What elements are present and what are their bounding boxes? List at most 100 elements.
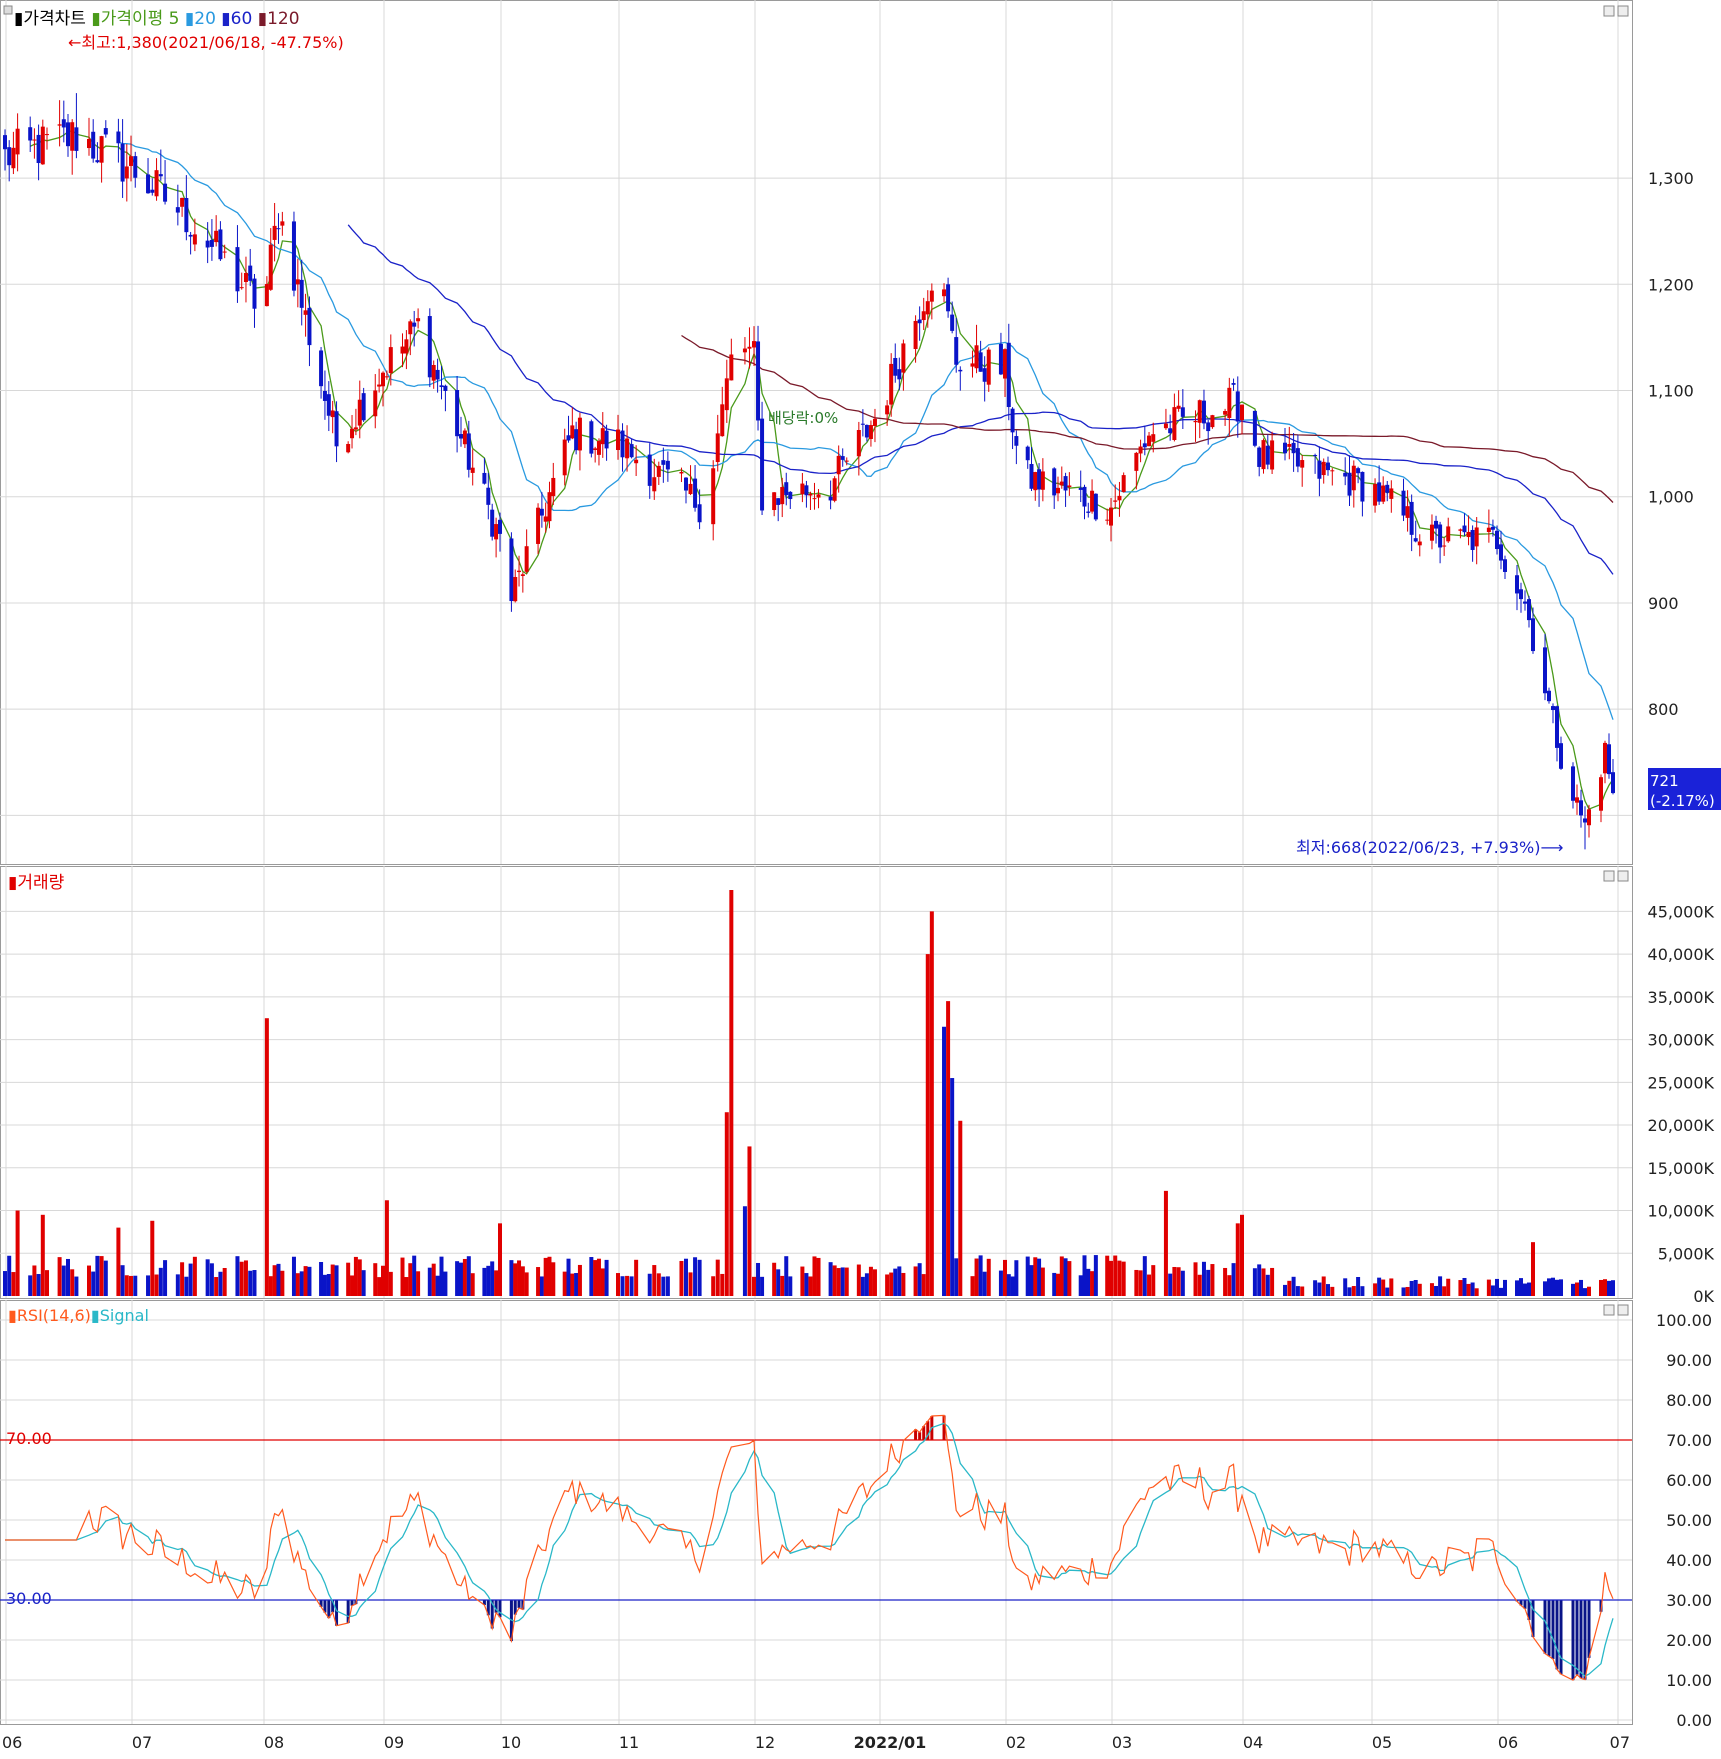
volume-bar — [439, 1256, 444, 1296]
volume-bar — [1599, 1279, 1603, 1296]
volume-bar — [986, 1258, 991, 1296]
volume-bar — [435, 1275, 440, 1296]
x-axis-month: 07 — [132, 1733, 152, 1752]
volume-bar — [154, 1274, 159, 1296]
candle-body — [439, 385, 444, 388]
rsi-y-tick: 50.00 — [1666, 1511, 1712, 1530]
y-axis-labels: 1,300 1,200 1,100 1,000 900 800 45,000K 40,000K… — [1648, 169, 1715, 1730]
volume-bar — [1543, 1281, 1547, 1296]
candle-body — [536, 507, 541, 544]
minimize-icon[interactable] — [1603, 1304, 1615, 1316]
volume-bar — [388, 1271, 393, 1296]
volume-bar — [470, 1273, 475, 1296]
volume-bar — [87, 1265, 91, 1296]
volume-bar — [784, 1256, 789, 1296]
candle-body — [184, 198, 189, 233]
volume-bar — [408, 1263, 413, 1296]
volume-bar — [1240, 1214, 1244, 1296]
candle-body — [1527, 599, 1531, 621]
candle-body — [747, 346, 752, 349]
chart-canvas: 1,300 1,200 1,100 1,000 900 800 45,000K 40,000K… — [0, 0, 1721, 1752]
volume-bar — [1257, 1264, 1262, 1296]
volume-bar — [684, 1258, 688, 1296]
candle-body — [864, 424, 869, 438]
candle-body — [154, 170, 159, 197]
candle-body — [146, 174, 151, 194]
candle-body — [353, 427, 358, 430]
volume-y-tick: 30,000K — [1648, 1031, 1715, 1050]
candle-body — [307, 307, 312, 346]
candle-body — [517, 570, 522, 573]
volume-bar — [239, 1261, 244, 1296]
volume-bar — [688, 1272, 693, 1296]
low-annotation: 최저:668(2022/06/23, +7.93%)⟶ — [1296, 838, 1563, 857]
volume-bar — [319, 1262, 324, 1296]
volume-bar — [574, 1273, 579, 1296]
candle-body — [978, 352, 983, 372]
volume-bar — [747, 1146, 752, 1296]
volume-bar — [1029, 1265, 1034, 1296]
volume-bar — [856, 1264, 861, 1296]
legend-ma120: 120 — [267, 9, 299, 29]
rsi-panel-frame — [0, 1300, 1633, 1725]
candle-body — [1059, 481, 1064, 486]
volume-bar — [1409, 1280, 1414, 1296]
minimize-icon[interactable] — [1603, 5, 1615, 17]
candle-body — [520, 574, 525, 576]
volume-bar — [720, 1273, 725, 1296]
panel-menu-icon[interactable] — [3, 5, 13, 15]
candle-body — [929, 290, 934, 302]
price-panel-frame — [0, 0, 1633, 865]
volume-bar — [1523, 1283, 1527, 1296]
candle-body — [239, 287, 244, 289]
volume-bar — [1575, 1282, 1579, 1296]
candle-body — [87, 138, 91, 149]
volume-bar — [1555, 1279, 1559, 1296]
candle-body — [524, 546, 529, 572]
candle-body — [1206, 422, 1211, 432]
candle-body — [577, 417, 582, 451]
candle-body — [1082, 486, 1087, 507]
volume-y-tick: 15,000K — [1648, 1159, 1715, 1178]
candle-body — [1227, 387, 1232, 418]
volume-bar — [1351, 1286, 1356, 1296]
volume-bar — [551, 1262, 556, 1296]
candle-body — [1486, 527, 1491, 532]
volume-bar — [1090, 1271, 1095, 1296]
candle-body — [543, 516, 548, 522]
volume-bar — [163, 1260, 168, 1296]
candle-body — [1442, 545, 1447, 547]
volume-bar — [661, 1276, 666, 1296]
volume-bar — [404, 1277, 409, 1296]
svg-text:▮RSI(14,6)▮Signal: ▮RSI(14,6)▮Signal — [8, 1306, 149, 1325]
minimize-icon[interactable] — [1603, 870, 1615, 882]
volume-bar — [1082, 1255, 1087, 1296]
volume-bar — [1270, 1267, 1275, 1296]
volume-bar — [729, 890, 734, 1296]
volume-bar — [214, 1277, 219, 1296]
volume-bar — [1389, 1278, 1394, 1296]
close-icon[interactable] — [1617, 1304, 1629, 1316]
volume-bar — [1313, 1280, 1318, 1296]
close-icon[interactable] — [1617, 870, 1629, 882]
x-axis-month: 12 — [755, 1733, 775, 1752]
volume-bar — [1134, 1269, 1139, 1296]
volume-bar — [1531, 1242, 1535, 1296]
volume-bar — [1078, 1275, 1083, 1296]
close-icon[interactable] — [1617, 5, 1629, 17]
volume-bar — [66, 1258, 70, 1296]
volume-bar — [1446, 1278, 1451, 1296]
candle-body — [593, 448, 598, 450]
volume-bar — [1025, 1256, 1030, 1296]
candle-body — [209, 239, 214, 247]
volume-bar — [974, 1258, 979, 1296]
candle-body — [350, 428, 355, 439]
x-axis-month: 02 — [1006, 1733, 1026, 1752]
candle-body — [1180, 407, 1185, 417]
volume-bar — [291, 1256, 296, 1296]
volume-bar — [1210, 1264, 1215, 1296]
candle-body — [45, 134, 49, 136]
candle-body — [1559, 743, 1563, 769]
volume-bar — [1486, 1279, 1491, 1296]
volume-bar — [1474, 1288, 1479, 1296]
